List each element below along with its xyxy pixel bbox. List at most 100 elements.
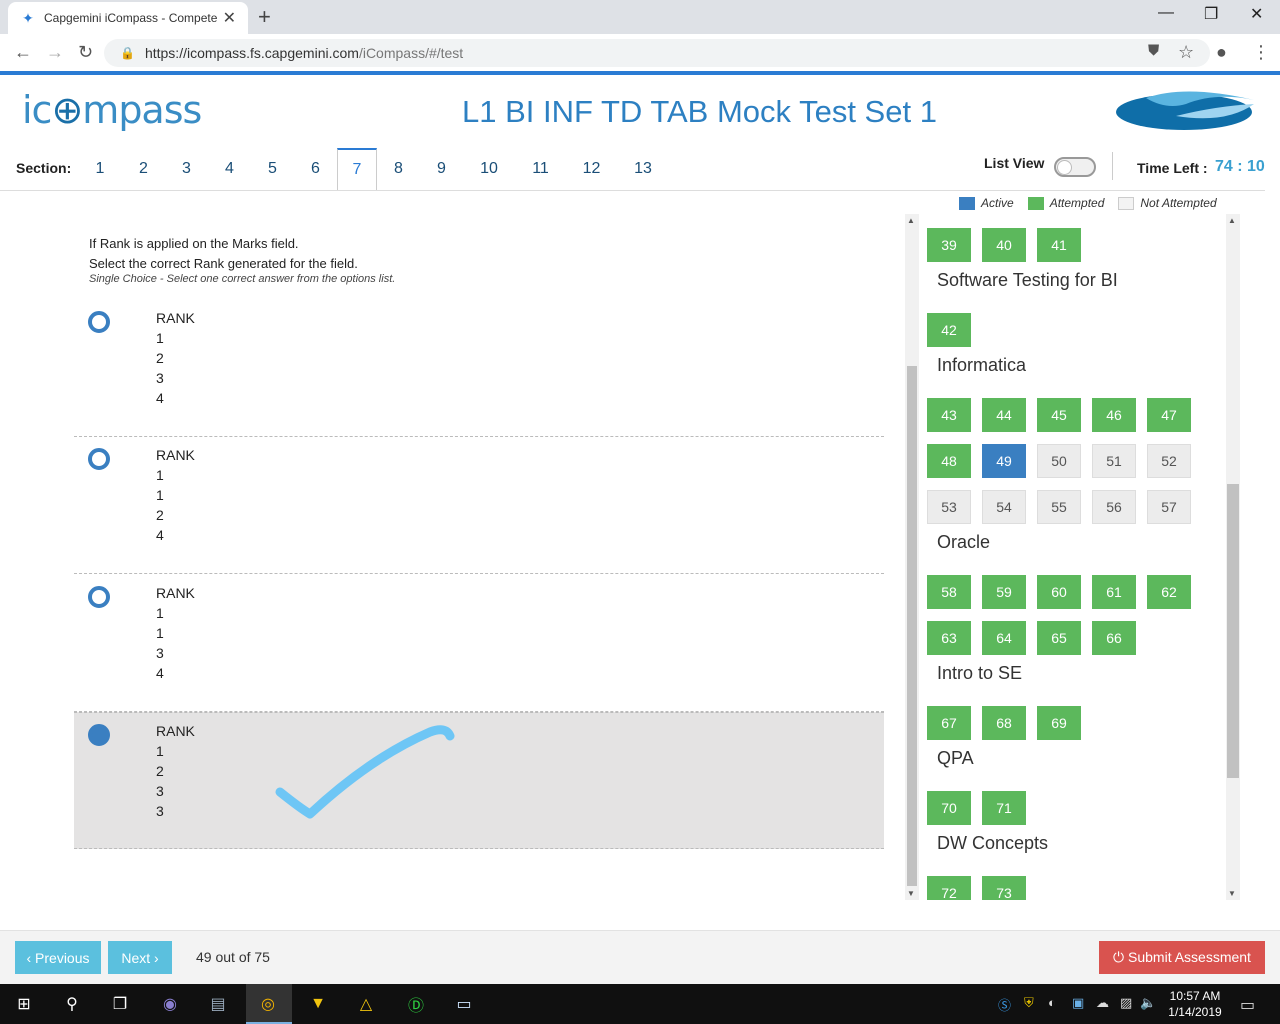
extension-icon[interactable]: ⛊ xyxy=(1148,42,1159,59)
answer-option[interactable]: RANK 1 1 3 4 xyxy=(74,575,884,712)
search-icon[interactable]: ⚲ xyxy=(60,992,84,1016)
question-45-button[interactable]: 45 xyxy=(1037,398,1081,432)
back-icon[interactable]: ← xyxy=(14,42,32,63)
section-tab-2[interactable]: 2 xyxy=(122,148,165,190)
question-46-button[interactable]: 46 xyxy=(1092,398,1136,432)
database-icon[interactable]: ▤ xyxy=(206,992,230,1016)
section-tab-1[interactable]: 1 xyxy=(78,148,122,190)
notifications-icon[interactable]: ▭ xyxy=(1240,995,1255,1015)
app-icon[interactable]: ▼ xyxy=(306,992,330,1016)
question-56-button[interactable]: 56 xyxy=(1092,490,1136,524)
d-app-icon[interactable]: Ⓓ xyxy=(404,992,428,1016)
new-tab-icon[interactable]: + xyxy=(258,4,271,30)
minimize-icon[interactable]: — xyxy=(1158,4,1174,22)
scroll-down-icon[interactable]: ▼ xyxy=(1228,889,1236,898)
restore-icon[interactable]: ❐ xyxy=(1204,4,1218,24)
option-radio[interactable] xyxy=(88,448,110,470)
forward-icon[interactable]: → xyxy=(46,42,64,63)
question-43-button[interactable]: 43 xyxy=(927,398,971,432)
scroll-up-icon[interactable]: ▲ xyxy=(1228,216,1236,225)
scroll-down-icon[interactable]: ▼ xyxy=(907,889,915,898)
url-field[interactable]: 🔒 https://icompass.fs.capgemini.com/iCom… xyxy=(104,39,1210,67)
question-50-button[interactable]: 50 xyxy=(1037,444,1081,478)
close-tab-icon[interactable]: ✕ xyxy=(223,8,236,28)
section-tab-11[interactable]: 11 xyxy=(515,148,566,190)
tray-globe-icon[interactable]: ◐ xyxy=(1048,995,1056,1010)
question-51-button[interactable]: 51 xyxy=(1092,444,1136,478)
question-73-button[interactable]: 73 xyxy=(982,876,1026,900)
question-60-button[interactable]: 60 xyxy=(1037,575,1081,609)
question-71-button[interactable]: 71 xyxy=(982,791,1026,825)
option-radio[interactable] xyxy=(88,311,110,333)
section-tab-3[interactable]: 3 xyxy=(165,148,208,190)
question-65-button[interactable]: 65 xyxy=(1037,621,1081,655)
question-44-button[interactable]: 44 xyxy=(982,398,1026,432)
question-54-button[interactable]: 54 xyxy=(982,490,1026,524)
question-58-button[interactable]: 58 xyxy=(927,575,971,609)
question-53-button[interactable]: 53 xyxy=(927,490,971,524)
tray-app-icon[interactable]: ▣ xyxy=(1072,995,1084,1011)
section-tab-13[interactable]: 13 xyxy=(617,148,669,190)
question-64-button[interactable]: 64 xyxy=(982,621,1026,655)
question-70-button[interactable]: 70 xyxy=(927,791,971,825)
question-39-button[interactable]: 39 xyxy=(927,228,971,262)
option-radio[interactable] xyxy=(88,724,110,746)
question-52-button[interactable]: 52 xyxy=(1147,444,1191,478)
reload-icon[interactable]: ↻ xyxy=(78,42,93,63)
scroll-thumb[interactable] xyxy=(1227,484,1239,778)
question-47-button[interactable]: 47 xyxy=(1147,398,1191,432)
section-tab-4[interactable]: 4 xyxy=(208,148,251,190)
question-61-button[interactable]: 61 xyxy=(1092,575,1136,609)
warning-app-icon[interactable]: △ xyxy=(354,992,378,1016)
question-68-button[interactable]: 68 xyxy=(982,706,1026,740)
network-icon[interactable]: ▨ xyxy=(1120,995,1132,1011)
next-button[interactable]: Next › xyxy=(108,941,172,974)
question-57-button[interactable]: 57 xyxy=(1147,490,1191,524)
skype-icon[interactable]: Ⓢ xyxy=(998,995,1011,1014)
previous-button[interactable]: ‹ Previous xyxy=(15,941,101,974)
question-41-button[interactable]: 41 xyxy=(1037,228,1081,262)
answer-option[interactable]: RANK 1 1 2 4 xyxy=(74,437,884,574)
shield-icon[interactable]: ⛨ xyxy=(1024,995,1034,1011)
question-scrollbar[interactable]: ▲ ▼ xyxy=(905,214,919,900)
list-view-toggle[interactable] xyxy=(1054,157,1096,177)
profile-icon[interactable]: ● xyxy=(1216,42,1227,63)
question-72-button[interactable]: 72 xyxy=(927,876,971,900)
section-tab-6[interactable]: 6 xyxy=(294,148,337,190)
question-67-button[interactable]: 67 xyxy=(927,706,971,740)
palette-scrollbar[interactable]: ▲ ▼ xyxy=(1226,214,1240,900)
section-tab-10[interactable]: 10 xyxy=(463,148,515,190)
window-app-icon[interactable]: ▭ xyxy=(452,992,476,1016)
answer-option[interactable]: RANK 1 2 3 4 xyxy=(74,300,884,437)
question-42-button[interactable]: 42 xyxy=(927,313,971,347)
question-40-button[interactable]: 40 xyxy=(982,228,1026,262)
submit-assessment-button[interactable]: ⏻ Submit Assessment xyxy=(1099,941,1265,974)
question-49-button[interactable]: 49 xyxy=(982,444,1026,478)
browser-tab[interactable]: ✦ Capgemini iCompass - Competen ✕ xyxy=(8,2,248,34)
window-close-icon[interactable]: ✕ xyxy=(1250,4,1263,24)
scroll-thumb[interactable] xyxy=(907,366,917,886)
section-tab-8[interactable]: 8 xyxy=(377,148,420,190)
eclipse-icon[interactable]: ◉ xyxy=(158,992,182,1016)
menu-dots-icon[interactable]: ⋮ xyxy=(1252,42,1270,63)
question-55-button[interactable]: 55 xyxy=(1037,490,1081,524)
question-48-button[interactable]: 48 xyxy=(927,444,971,478)
section-tab-12[interactable]: 12 xyxy=(566,148,617,190)
answer-option[interactable]: RANK 1 2 3 3 xyxy=(74,712,884,849)
bookmark-star-icon[interactable]: ☆ xyxy=(1178,42,1194,63)
question-62-button[interactable]: 62 xyxy=(1147,575,1191,609)
section-tab-7[interactable]: 7 xyxy=(337,148,377,190)
windows-start-icon[interactable]: ⊞ xyxy=(12,992,36,1016)
question-63-button[interactable]: 63 xyxy=(927,621,971,655)
section-tab-5[interactable]: 5 xyxy=(251,148,294,190)
onedrive-icon[interactable]: ☁ xyxy=(1096,995,1109,1011)
volume-icon[interactable]: 🔈 xyxy=(1140,995,1156,1011)
option-radio[interactable] xyxy=(88,586,110,608)
scroll-up-icon[interactable]: ▲ xyxy=(907,216,915,225)
taskbar-clock[interactable]: 10:57 AM 1/14/2019 xyxy=(1160,988,1230,1020)
question-59-button[interactable]: 59 xyxy=(982,575,1026,609)
chrome-icon[interactable]: ◎ xyxy=(256,992,280,1016)
question-69-button[interactable]: 69 xyxy=(1037,706,1081,740)
question-66-button[interactable]: 66 xyxy=(1092,621,1136,655)
task-view-icon[interactable]: ❐ xyxy=(108,992,132,1016)
